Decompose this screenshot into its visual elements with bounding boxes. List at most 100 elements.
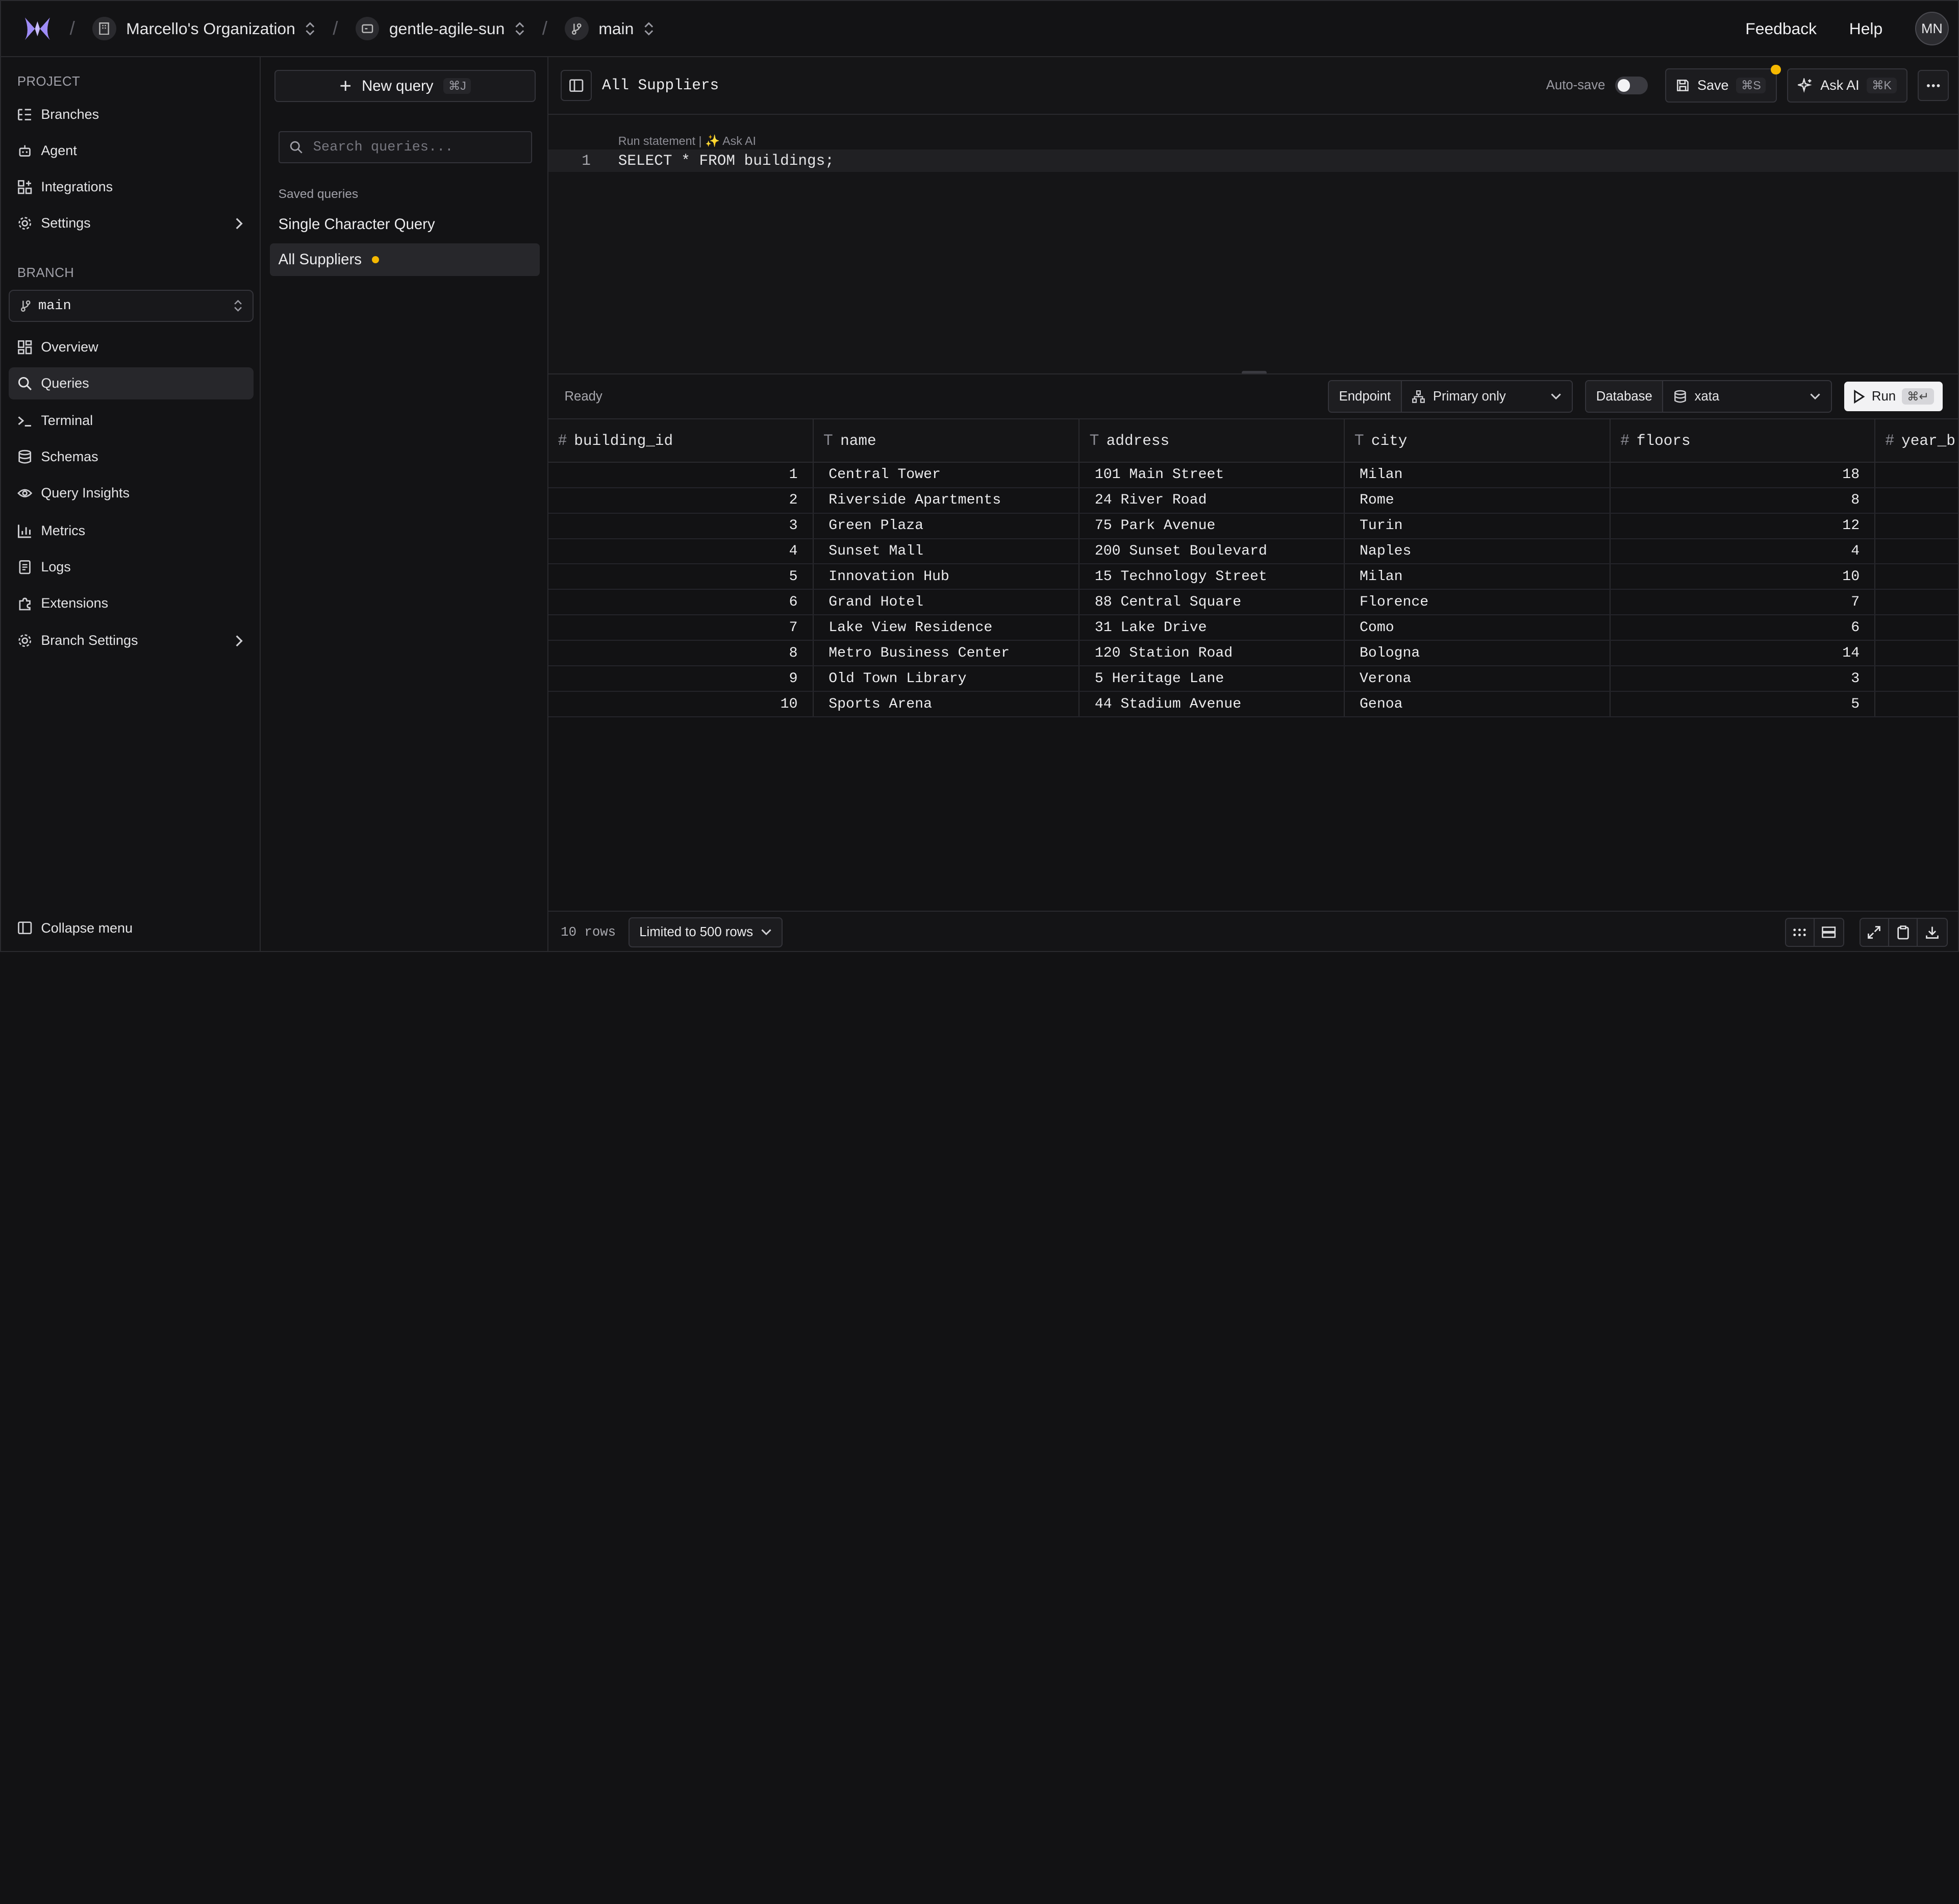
table-cell[interactable]: 5	[548, 564, 814, 590]
ask-ai-button[interactable]: Ask AI ⌘K	[1787, 68, 1908, 103]
table-row[interactable]: 4 Sunset Mall 200 Sunset Boulevard Naples 4	[548, 538, 1958, 565]
table-cell[interactable]: Metro Business Center	[813, 640, 1080, 667]
table-cell[interactable]: Old Town Library	[813, 666, 1080, 692]
table-cell[interactable]: Como	[1344, 615, 1611, 641]
table-cell[interactable]	[1875, 564, 1958, 590]
table-cell[interactable]: 7	[1610, 589, 1876, 616]
table-row[interactable]: 8 Metro Business Center 120 Station Road Bo…	[548, 640, 1958, 667]
table-cell[interactable]: Riverside Apartments	[813, 487, 1080, 514]
table-cell[interactable]: 101 Main Street	[1079, 462, 1345, 488]
table-cell[interactable]: 3	[548, 513, 814, 539]
table-cell[interactable]: 1	[548, 462, 814, 488]
sidebar-item-metrics[interactable]: Metrics	[9, 515, 254, 547]
sidebar-item-extensions[interactable]: Extensions	[9, 587, 254, 620]
branch-switcher[interactable]: main	[565, 16, 654, 41]
table-cell[interactable]: Milan	[1344, 564, 1611, 590]
sidebar-item-integrations[interactable]: Integrations	[9, 171, 254, 204]
column-header[interactable]: Tname	[813, 419, 1080, 463]
feedback-link[interactable]: Feedback	[1745, 19, 1817, 38]
table-row[interactable]: 6 Grand Hotel 88 Central Square Florence 7	[548, 589, 1958, 616]
table-cell[interactable]: 14	[1610, 640, 1876, 667]
table-cell[interactable]: 88 Central Square	[1079, 589, 1345, 616]
table-cell[interactable]: Genoa	[1344, 691, 1611, 718]
table-cell[interactable]: 4	[548, 538, 814, 565]
new-query-button[interactable]: New query ⌘J	[274, 69, 536, 103]
collapse-menu-button[interactable]: Collapse menu	[9, 912, 254, 944]
project-switcher[interactable]: gentle-agile-sun	[355, 16, 525, 41]
sidebar-item-schemas[interactable]: Schemas	[9, 441, 254, 473]
table-cell[interactable]: 5 Heritage Lane	[1079, 666, 1345, 692]
sidebar-item-logs[interactable]: Logs	[9, 551, 254, 584]
table-cell[interactable]: Innovation Hub	[813, 564, 1080, 590]
row-limit-select[interactable]: Limited to 500 rows	[628, 917, 783, 947]
download-button[interactable]	[1918, 918, 1947, 946]
table-cell[interactable]: 75 Park Avenue	[1079, 513, 1345, 539]
table-cell[interactable]	[1875, 640, 1958, 667]
endpoint-dropdown[interactable]: Primary only	[1401, 381, 1572, 412]
table-cell[interactable]: 10	[548, 691, 814, 718]
sidebar-item-terminal[interactable]: Terminal	[9, 405, 254, 437]
table-cell[interactable]: 24 River Road	[1079, 487, 1345, 514]
table-cell[interactable]: Green Plaza	[813, 513, 1080, 539]
user-avatar[interactable]: MN	[1915, 12, 1949, 46]
save-button[interactable]: Save ⌘S	[1665, 64, 1781, 103]
copy-button[interactable]	[1889, 918, 1918, 946]
table-cell[interactable]: Central Tower	[813, 462, 1080, 488]
sidebar-item-overview[interactable]: Overview	[9, 331, 254, 364]
expand-button[interactable]	[1860, 918, 1889, 946]
table-cell[interactable]: 31 Lake Drive	[1079, 615, 1345, 641]
table-cell[interactable]: 7	[548, 615, 814, 641]
database-dropdown[interactable]: xata	[1663, 381, 1831, 412]
table-row[interactable]: 2 Riverside Apartments 24 River Road Rome 8	[548, 487, 1958, 514]
toggle-panel-button[interactable]	[561, 69, 592, 102]
table-cell[interactable]: 2	[548, 487, 814, 514]
table-cell[interactable]	[1875, 538, 1958, 565]
table-cell[interactable]: Rome	[1344, 487, 1611, 514]
table-cell[interactable]: 200 Sunset Boulevard	[1079, 538, 1345, 565]
table-row[interactable]: 3 Green Plaza 75 Park Avenue Turin 12	[548, 513, 1958, 539]
sidebar-item-queries[interactable]: Queries	[8, 367, 254, 400]
table-cell[interactable]: 15 Technology Street	[1079, 564, 1345, 590]
table-cell[interactable]: 8	[548, 640, 814, 667]
table-cell[interactable]: Florence	[1344, 589, 1611, 616]
table-cell[interactable]	[1875, 615, 1958, 641]
xata-logo-icon[interactable]	[22, 14, 53, 44]
table-cell[interactable]: 9	[548, 666, 814, 692]
database-select[interactable]: Database xata	[1585, 380, 1832, 413]
table-cell[interactable]: 5	[1610, 691, 1876, 718]
table-cell[interactable]: Lake View Residence	[813, 615, 1080, 641]
table-cell[interactable]: Sunset Mall	[813, 538, 1080, 565]
more-options-button[interactable]	[1917, 69, 1949, 102]
table-cell[interactable]: Grand Hotel	[813, 589, 1080, 616]
sidebar-item-query-insights[interactable]: Query Insights	[9, 477, 254, 510]
endpoint-select[interactable]: Endpoint Primary only	[1328, 380, 1573, 413]
branch-select[interactable]: main	[8, 289, 254, 322]
sidebar-item-agent[interactable]: Agent	[9, 135, 254, 167]
column-header[interactable]: Taddress	[1079, 419, 1345, 463]
query-title[interactable]: All Suppliers	[602, 77, 719, 94]
table-cell[interactable]	[1875, 513, 1958, 539]
table-cell[interactable]: 6	[548, 589, 814, 616]
column-header[interactable]: # year_b	[1875, 419, 1958, 463]
table-row[interactable]: 9 Old Town Library 5 Heritage Lane Verona 3	[548, 666, 1958, 692]
help-link[interactable]: Help	[1849, 19, 1882, 38]
table-cell[interactable]: 3	[1610, 666, 1876, 692]
table-row[interactable]: 10 Sports Arena 44 Stadium Avenue Genoa 5	[548, 691, 1958, 718]
sidebar-item-branch-settings[interactable]: Branch Settings	[9, 624, 254, 657]
table-cell[interactable]: 4	[1610, 538, 1876, 565]
organization-switcher[interactable]: Marcello's Organization	[92, 16, 315, 41]
table-row[interactable]: 7 Lake View Residence 31 Lake Drive Como 6	[548, 615, 1958, 641]
table-cell[interactable]	[1875, 462, 1958, 488]
table-cell[interactable]	[1875, 589, 1958, 616]
table-cell[interactable]: 120 Station Road	[1079, 640, 1345, 667]
saved-query-item-active[interactable]: All Suppliers	[269, 243, 540, 276]
table-cell[interactable]	[1875, 666, 1958, 692]
table-cell[interactable]	[1875, 691, 1958, 718]
autosave-toggle[interactable]	[1615, 77, 1648, 94]
table-cell[interactable]: Bologna	[1344, 640, 1611, 667]
table-cell[interactable]	[1875, 487, 1958, 514]
table-cell[interactable]: Milan	[1344, 462, 1611, 488]
table-cell[interactable]: 12	[1610, 513, 1876, 539]
table-cell[interactable]: Sports Arena	[813, 691, 1080, 718]
sql-text[interactable]: SELECT * FROM buildings;	[618, 153, 834, 169]
